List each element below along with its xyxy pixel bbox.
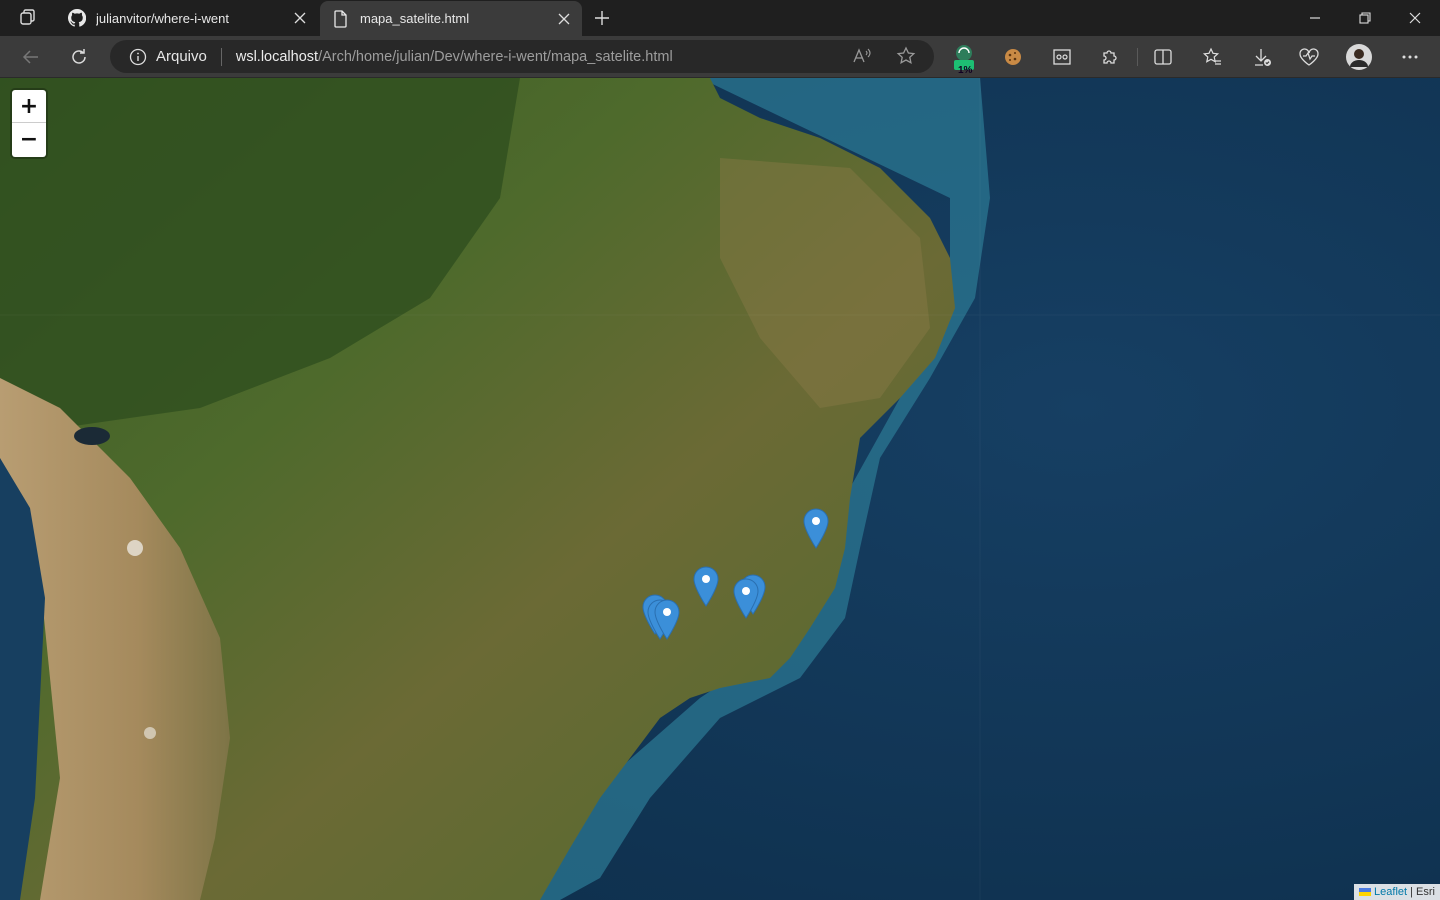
read-aloud-icon[interactable]	[850, 44, 874, 68]
satellite-map-tiles	[0, 78, 1440, 900]
workspaces-icon[interactable]	[14, 6, 42, 30]
profile-avatar[interactable]	[1343, 41, 1375, 73]
browser-toolbar: Arquivo wsl.localhost/Arch/home/julian/D…	[0, 36, 1440, 78]
refresh-icon[interactable]	[63, 41, 95, 73]
close-window-icon[interactable]	[1390, 0, 1440, 36]
extension-badge: 1%	[958, 65, 973, 76]
tab-label: mapa_satelite.html	[360, 11, 470, 26]
map-attribution: Leaflet | Esri	[1354, 884, 1440, 900]
zoom-out-button[interactable]: −	[12, 123, 46, 156]
site-info-label[interactable]: Arquivo	[156, 48, 207, 65]
extension-meter-icon[interactable]: 1%	[948, 41, 980, 76]
location-marker[interactable]	[693, 566, 719, 608]
location-marker[interactable]	[803, 508, 829, 550]
split-screen-icon[interactable]	[1147, 41, 1179, 73]
zoom-in-button[interactable]: +	[12, 90, 46, 123]
minimize-icon[interactable]	[1290, 0, 1340, 36]
cookie-icon[interactable]	[997, 41, 1029, 73]
map-container[interactable]: + − Leaflet | Esri	[0, 78, 1440, 900]
location-marker[interactable]	[733, 578, 759, 620]
tab-github[interactable]: julianvitor/where-i-went	[56, 0, 318, 36]
browser-essentials-icon[interactable]	[1293, 41, 1325, 73]
esri-attribution: Esri	[1416, 886, 1435, 898]
attribution-separator: |	[1407, 886, 1417, 898]
address-bar[interactable]: Arquivo wsl.localhost/Arch/home/julian/D…	[110, 40, 934, 73]
leaflet-link[interactable]: Leaflet	[1374, 886, 1407, 898]
zoom-control: + −	[12, 90, 46, 157]
back-icon[interactable]	[15, 41, 47, 73]
toolbar-separator	[1137, 48, 1138, 66]
more-menu-icon[interactable]	[1394, 41, 1426, 73]
close-tab-icon[interactable]	[288, 6, 312, 30]
favorite-star-icon[interactable]	[894, 44, 918, 68]
title-bar: julianvitor/where-i-went mapa_satelite.h…	[0, 0, 1440, 36]
url-host: wsl.localhost	[235, 48, 319, 65]
address-separator	[220, 47, 222, 66]
url-path: /Arch/home/julian/Dev/where-i-went/mapa_…	[318, 48, 673, 65]
tab-mapa-satelite[interactable]: mapa_satelite.html	[320, 1, 582, 36]
downloads-icon[interactable]	[1246, 41, 1278, 73]
new-tab-icon[interactable]	[590, 6, 614, 30]
favorites-icon[interactable]	[1196, 41, 1228, 73]
github-icon	[68, 9, 86, 27]
file-icon	[332, 9, 350, 28]
reader-view-icon[interactable]	[1046, 41, 1078, 73]
close-tab-icon[interactable]	[552, 7, 576, 31]
leaflet-flag-icon	[1359, 888, 1372, 896]
restore-icon[interactable]	[1340, 0, 1390, 36]
tab-label: julianvitor/where-i-went	[96, 10, 229, 26]
url-text[interactable]: wsl.localhost/Arch/home/julian/Dev/where…	[236, 49, 673, 65]
location-marker[interactable]	[654, 599, 680, 641]
info-icon[interactable]	[128, 47, 148, 67]
extensions-puzzle-icon[interactable]	[1094, 41, 1126, 73]
